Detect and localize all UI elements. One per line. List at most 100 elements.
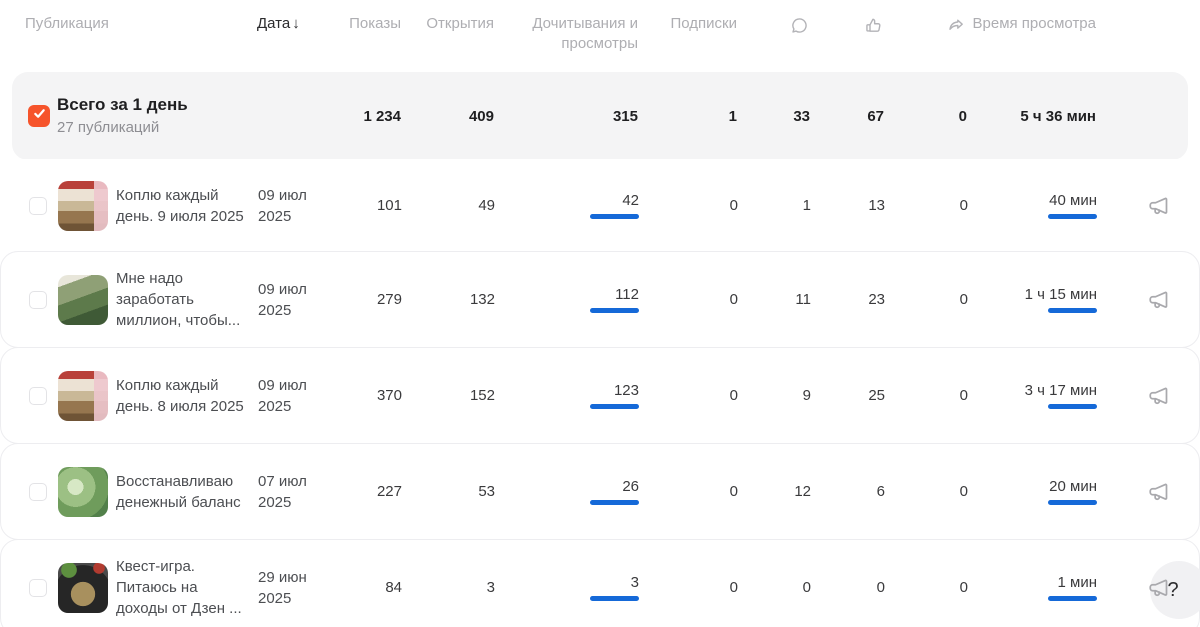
likes-value: 6 (811, 483, 885, 500)
table-row[interactable]: Квест-игра. Питаюсь на доходы от Дзен ..… (0, 539, 1200, 627)
opens-value: 3 (402, 579, 495, 596)
publication-thumbnail (58, 371, 108, 421)
thumbnail-cell (58, 181, 116, 231)
promote-cell (1097, 383, 1199, 409)
table-row[interactable]: Коплю каждый день. 9 июля 2025 09 июл 20… (0, 159, 1200, 252)
column-header-opens[interactable]: Открытия (401, 14, 494, 34)
view-time-bar (1048, 308, 1097, 313)
subscriptions-value: 0 (639, 291, 738, 308)
subscriptions-value: 0 (639, 579, 738, 596)
reads-value: 3 (631, 574, 639, 591)
summary-opens: 409 (401, 108, 494, 125)
summary-likes: 67 (810, 108, 884, 125)
promote-cell (1097, 287, 1199, 313)
column-header-subscriptions[interactable]: Подписки (638, 14, 737, 34)
checkbox-cell (1, 197, 58, 215)
comment-bubble-icon (789, 15, 810, 36)
comments-value: 11 (738, 291, 811, 308)
row-checkbox[interactable] (29, 387, 47, 405)
summary-reads: 315 (494, 108, 638, 125)
column-header-publication[interactable]: Публикация (0, 14, 257, 34)
comments-value: 12 (738, 483, 811, 500)
checkmark-icon (33, 107, 46, 125)
view-time-bar (1048, 404, 1097, 409)
column-header-impressions[interactable]: Показы (349, 14, 401, 34)
megaphone-icon[interactable] (1147, 193, 1173, 219)
publication-list: Коплю каждый день. 9 июля 2025 09 июл 20… (0, 159, 1200, 627)
promote-cell (1097, 479, 1199, 505)
column-header-date-label: Дата (257, 15, 290, 32)
view-time-value: 1 мин (1058, 574, 1098, 591)
row-checkbox[interactable] (29, 579, 47, 597)
publication-title[interactable]: Восстанавливаю денежный баланс (116, 471, 258, 513)
publication-date: 07 июл 2025 (258, 471, 350, 513)
subscriptions-value: 0 (639, 483, 738, 500)
publication-title[interactable]: Коплю каждый день. 8 июля 2025 (116, 375, 258, 417)
share-arrow-icon (946, 15, 967, 36)
megaphone-icon[interactable] (1147, 383, 1173, 409)
thumbnail-cell (58, 467, 116, 517)
publication-date: 09 июл 2025 (258, 279, 350, 321)
view-time-bar (1048, 500, 1097, 505)
publication-thumbnail (58, 181, 108, 231)
likes-value: 0 (811, 579, 885, 596)
reads-bar (590, 500, 639, 505)
column-header-date[interactable]: Дата↓ (257, 14, 349, 34)
row-checkbox[interactable] (29, 291, 47, 309)
checkbox-cell (1, 291, 58, 309)
subscriptions-value: 0 (639, 197, 738, 214)
comments-value: 1 (738, 197, 811, 214)
shares-value: 0 (885, 197, 968, 214)
megaphone-icon[interactable] (1147, 575, 1173, 601)
thumbnail-cell (58, 275, 116, 325)
reads-metric: 3 (495, 574, 639, 601)
shares-value: 0 (885, 483, 968, 500)
publication-date: 09 июл 2025 (258, 375, 350, 417)
summary-impressions: 1 234 (349, 108, 401, 125)
view-time-value: 3 ч 17 мин (1025, 382, 1097, 399)
publication-title[interactable]: Мне надо заработать миллион, чтобы... (116, 268, 258, 331)
megaphone-icon[interactable] (1147, 479, 1173, 505)
summary-comments: 33 (737, 108, 810, 125)
megaphone-icon[interactable] (1147, 287, 1173, 313)
impressions-value: 279 (350, 291, 402, 308)
reads-metric: 112 (495, 286, 639, 313)
reads-bar (590, 308, 639, 313)
publication-title[interactable]: Квест-игра. Питаюсь на доходы от Дзен ..… (116, 556, 258, 619)
publication-date: 09 июл 2025 (258, 185, 350, 227)
view-time-bar (1048, 214, 1097, 219)
publication-title[interactable]: Коплю каждый день. 9 июля 2025 (116, 185, 258, 227)
reads-bar (590, 404, 639, 409)
likes-value: 23 (811, 291, 885, 308)
column-header-comments[interactable] (737, 14, 810, 36)
summary-shares: 0 (884, 108, 967, 125)
view-time-metric: 1 мин (968, 574, 1097, 601)
thumbs-up-icon (863, 15, 884, 36)
promote-cell (1097, 193, 1199, 219)
column-header-reads[interactable]: Дочитывания и просмотры (494, 14, 638, 54)
table-row[interactable]: Коплю каждый день. 8 июля 2025 09 июл 20… (0, 347, 1200, 444)
column-header-likes[interactable] (810, 14, 884, 36)
reads-value: 123 (614, 382, 639, 399)
shares-value: 0 (885, 387, 968, 404)
shares-value: 0 (885, 579, 968, 596)
summary-subscriptions: 1 (638, 108, 737, 125)
table-row[interactable]: Восстанавливаю денежный баланс 07 июл 20… (0, 443, 1200, 540)
publication-thumbnail (58, 275, 108, 325)
reads-bar (590, 214, 639, 219)
summary-title: Всего за 1 день (57, 94, 349, 116)
summary-title-cell: Всего за 1 день 27 публикаций (57, 94, 349, 138)
column-header-view-time[interactable]: Время просмотра (967, 14, 1096, 34)
view-time-value: 20 мин (1049, 478, 1097, 495)
impressions-value: 101 (350, 197, 402, 214)
select-all-checkbox[interactable] (28, 105, 50, 127)
column-header-shares[interactable] (884, 14, 967, 36)
row-checkbox[interactable] (29, 197, 47, 215)
table-row[interactable]: Мне надо заработать миллион, чтобы... 09… (0, 251, 1200, 348)
comments-value: 9 (738, 387, 811, 404)
view-time-metric: 40 мин (968, 192, 1097, 219)
likes-value: 13 (811, 197, 885, 214)
reads-value: 112 (615, 286, 639, 303)
opens-value: 152 (402, 387, 495, 404)
row-checkbox[interactable] (29, 483, 47, 501)
